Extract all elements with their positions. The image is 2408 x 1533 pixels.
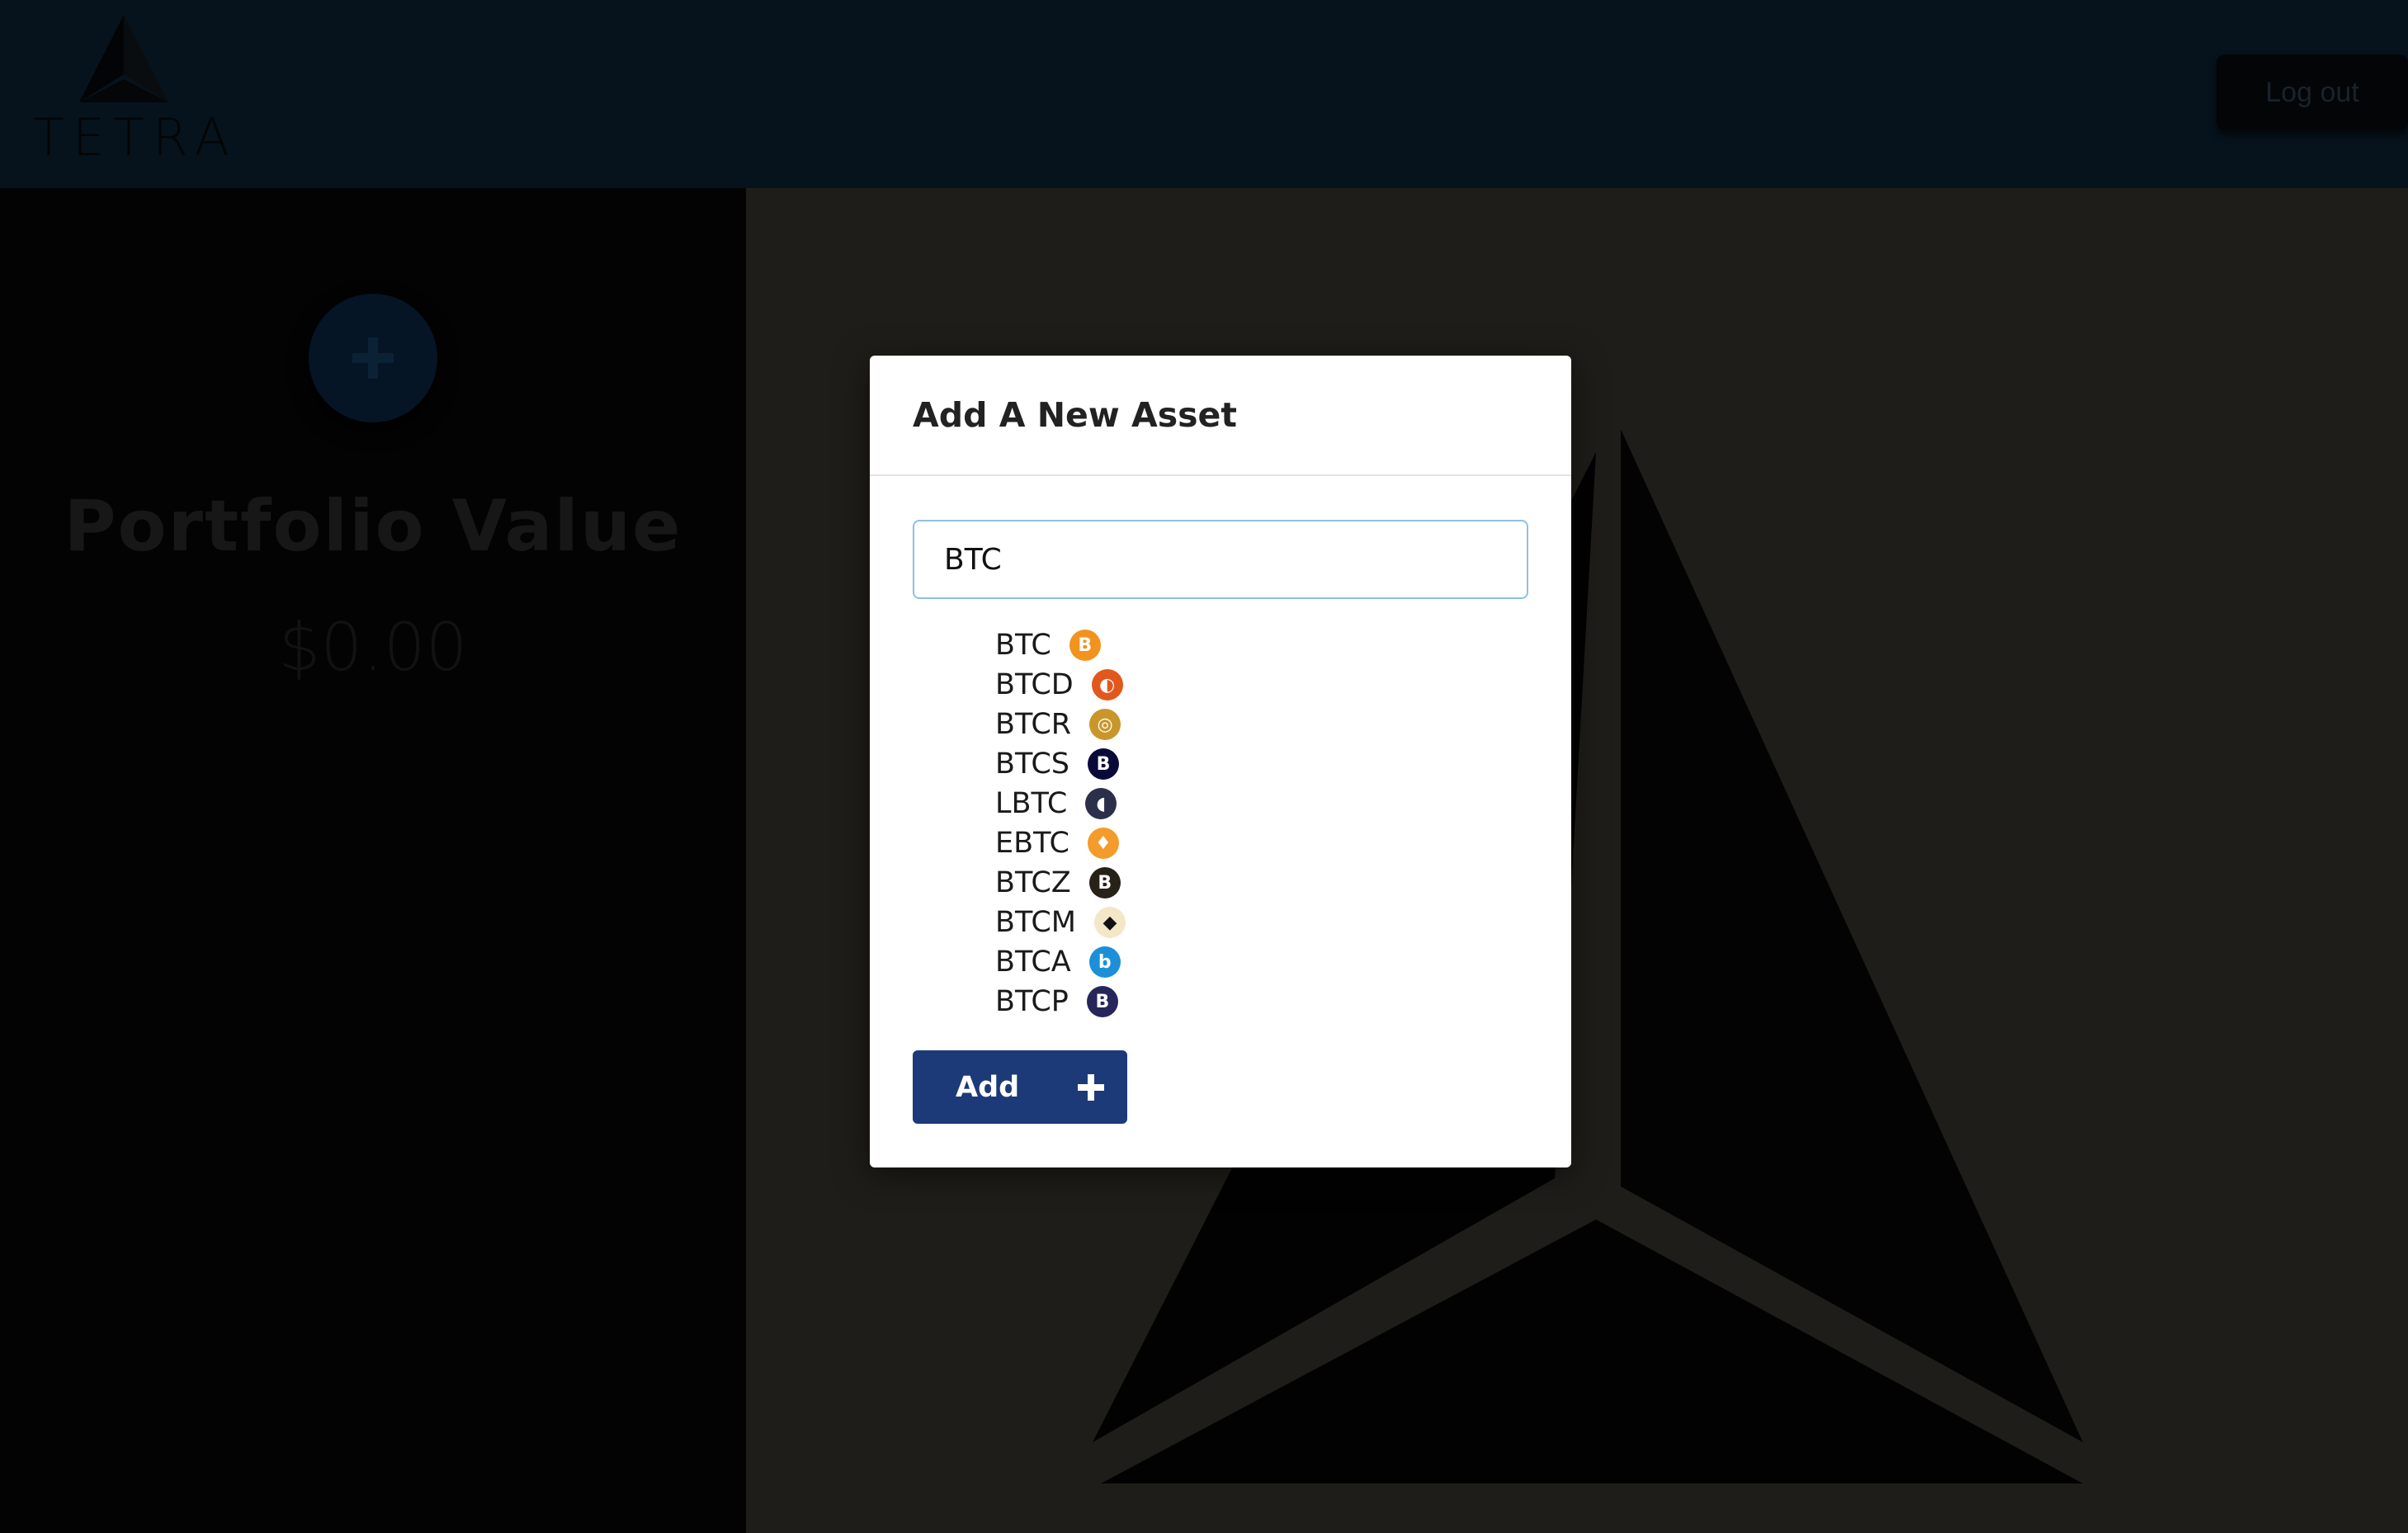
add-asset-modal: Add A New Asset BTC B BTCD ◐ BTCR ◎ BTCS B LBTC ◖…: [870, 356, 1571, 1167]
result-item-btcm[interactable]: BTCM ◆: [995, 903, 1490, 942]
tetra-logo[interactable]: TETRA: [33, 15, 229, 167]
coin-logo-icon: B: [1088, 748, 1119, 780]
modal-header: Add A New Asset: [870, 356, 1571, 476]
coin-logo-icon: ◎: [1089, 709, 1121, 740]
result-item-ebtc[interactable]: EBTC ♦: [995, 823, 1490, 863]
result-item-btcz[interactable]: BTCZ B: [995, 863, 1490, 903]
result-symbol: BTCZ: [995, 866, 1071, 899]
result-item-btca[interactable]: BTCA b: [995, 942, 1490, 982]
result-item-btcr[interactable]: BTCR ◎: [995, 705, 1490, 744]
coin-logo-icon: ♦: [1087, 828, 1119, 859]
coin-logo-icon: ◖: [1085, 788, 1117, 819]
portfolio-amount: $0.00: [278, 609, 468, 686]
result-symbol: BTCM: [995, 906, 1076, 939]
result-symbol: BTCR: [995, 708, 1072, 741]
modal-title: Add A New Asset: [913, 395, 1237, 435]
result-symbol: BTC: [995, 629, 1051, 662]
coin-logo-icon: B: [1069, 630, 1101, 661]
result-item-btcs[interactable]: BTCS B: [995, 744, 1490, 784]
logout-button[interactable]: Log out: [2217, 54, 2408, 130]
portfolio-title: Portfolio Value: [64, 485, 682, 568]
result-symbol: EBTC: [995, 827, 1069, 860]
result-symbol: BTCA: [995, 946, 1071, 979]
result-item-btcp[interactable]: BTCP B: [995, 982, 1490, 1021]
coin-logo-icon: ◆: [1093, 907, 1126, 938]
sidebar: Portfolio Value $0.00: [0, 188, 746, 1533]
brand-name: TETRA: [33, 107, 238, 167]
result-symbol: LBTC: [995, 787, 1068, 820]
plus-icon: [1078, 1073, 1104, 1101]
coin-logo-icon: B: [1088, 867, 1121, 899]
coin-logo-icon: ◐: [1091, 669, 1123, 700]
result-symbol: BTCS: [995, 748, 1069, 781]
plus-icon: [352, 337, 394, 379]
coin-logo-icon: b: [1088, 946, 1121, 978]
coin-logo-icon: B: [1086, 986, 1118, 1017]
result-symbol: BTCP: [995, 985, 1069, 1018]
result-item-btc[interactable]: BTC B: [995, 625, 1490, 665]
add-button-label: Add: [956, 1070, 1020, 1104]
tetra-logo-icon: [79, 15, 168, 102]
result-item-btcd[interactable]: BTCD ◐: [995, 665, 1490, 705]
add-asset-button[interactable]: [309, 294, 437, 422]
search-results-list: BTC B BTCD ◐ BTCR ◎ BTCS B LBTC ◖ EBTC ♦ BTCZ B BTCM ◆ B…: [995, 625, 1490, 1021]
top-bar: TETRA Log out: [0, 0, 2408, 188]
asset-search-input[interactable]: [913, 520, 1528, 599]
add-button[interactable]: Add: [913, 1050, 1127, 1124]
result-symbol: BTCD: [995, 668, 1074, 701]
result-item-lbtc[interactable]: LBTC ◖: [995, 784, 1490, 823]
